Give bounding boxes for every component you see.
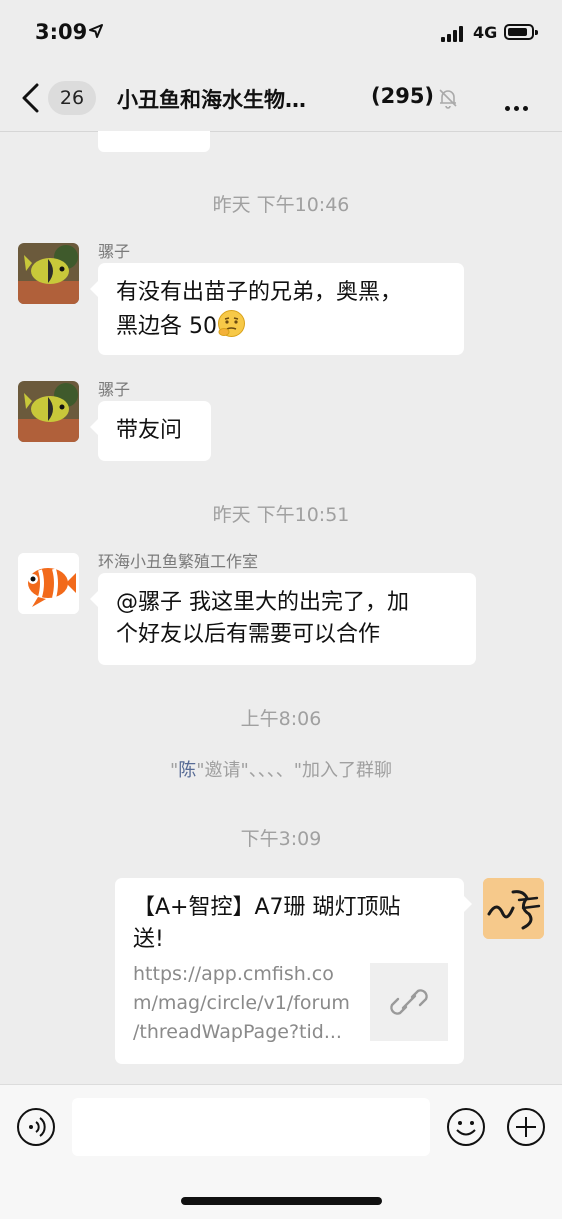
fish-avatar-icon — [18, 243, 79, 304]
sender-name: 骡子 — [98, 380, 131, 399]
message-text-line: 个好友以后有需要可以合作 — [116, 622, 381, 647]
message-text-line: 有没有出苗子的兄弟，奥黑， — [116, 280, 403, 305]
timestamp: 下午3:09 — [240, 828, 322, 850]
link-card-title: 【A+智控】A7珊 瑚灯顶贴 送! — [133, 895, 401, 952]
avatar[interactable] — [18, 243, 79, 304]
message-text-line: 黑边各 50 — [116, 309, 446, 343]
location-arrow-icon — [89, 24, 103, 38]
emoji-picker-icon[interactable] — [446, 1107, 486, 1147]
network-type: 4G — [473, 23, 498, 42]
message-bubble[interactable]: @骡子 我这里大的出完了，加 个好友以后有需要可以合作 — [90, 573, 476, 665]
battery-icon — [504, 24, 538, 40]
fish-avatar-icon — [18, 381, 79, 442]
timestamp: 昨天 下午10:46 — [212, 194, 350, 216]
sender-name: 环海小丑鱼繁殖工作室 — [98, 552, 259, 571]
back-chevron-icon[interactable] — [20, 83, 40, 113]
timestamp: 上午8:06 — [240, 708, 322, 730]
group-chat-title: 小丑鱼和海水生物… — [117, 88, 306, 112]
inviter-name-link[interactable]: 陈 — [178, 760, 196, 781]
muted-bell-icon — [439, 89, 457, 109]
cellular-signal-icon — [441, 26, 467, 42]
unread-count-badge[interactable]: 26 — [48, 81, 96, 115]
message-bubble[interactable]: 有没有出苗子的兄弟，奥黑， 黑边各 50 — [90, 263, 464, 355]
link-card-url: https://app.cmfish.co m/mag/circle/v1/fo… — [133, 963, 350, 1043]
sender-name: 骡子 — [98, 242, 131, 261]
my-avatar[interactable] — [483, 878, 544, 939]
system-join-notice: "陈"邀请"、、、、"加入了群聊 — [169, 760, 393, 781]
link-thumbnail — [370, 963, 448, 1041]
member-count: (295) — [371, 84, 435, 108]
message-text: 带友问 — [116, 418, 183, 443]
avatar[interactable] — [18, 381, 79, 442]
more-options-icon[interactable] — [505, 96, 532, 115]
chat-header: 26 小丑鱼和海水生物… (295) — [0, 68, 562, 132]
thinking-emoji-icon — [218, 310, 245, 337]
message-text-input[interactable] — [72, 1098, 430, 1156]
previous-message-bubble — [98, 131, 210, 152]
message-bubble[interactable]: 带友问 — [90, 401, 211, 461]
status-bar: 3:09 4G — [0, 0, 562, 68]
voice-input-icon[interactable] — [16, 1107, 56, 1147]
timestamp: 昨天 下午10:51 — [212, 504, 350, 526]
home-indicator[interactable] — [181, 1197, 382, 1205]
status-time: 3:09 — [35, 20, 88, 44]
avatar[interactable] — [18, 553, 79, 614]
message-text-line: @骡子 我这里大的出完了，加 — [116, 590, 409, 615]
link-card-message[interactable]: 【A+智控】A7珊 瑚灯顶贴 送! https://app.cmfish.co … — [115, 878, 472, 1064]
clownfish-avatar-icon — [18, 553, 79, 614]
calligraphy-avatar-icon — [483, 878, 544, 939]
link-chain-icon — [390, 989, 428, 1015]
more-functions-plus-icon[interactable] — [506, 1107, 546, 1147]
